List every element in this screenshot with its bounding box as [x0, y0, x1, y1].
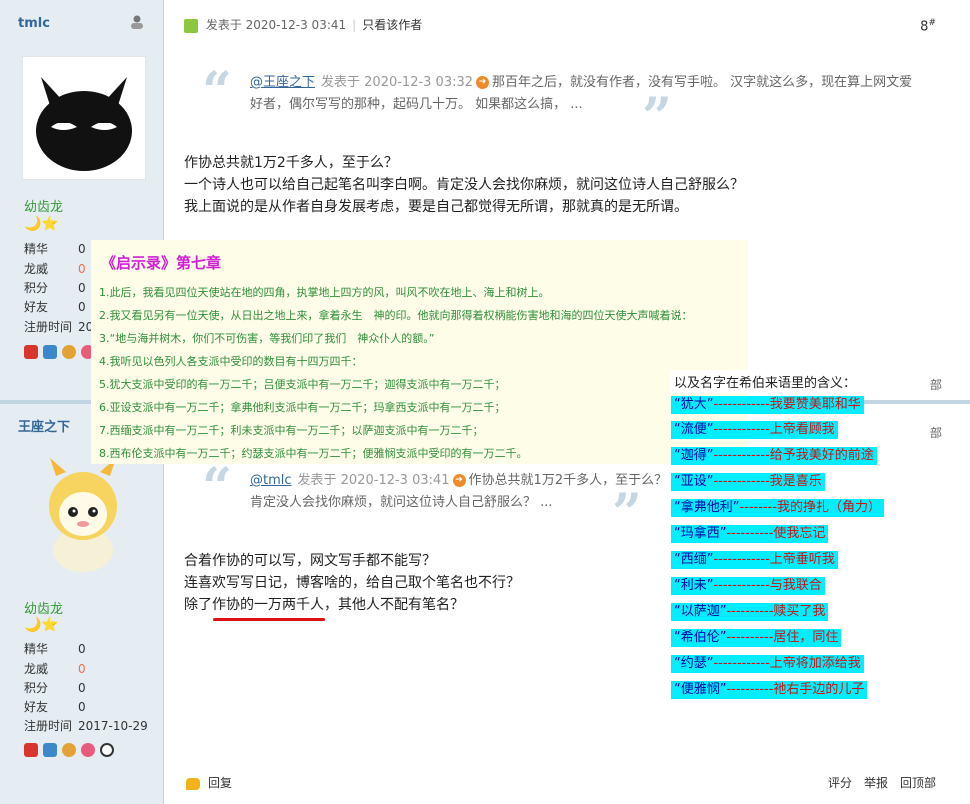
verse-line: 7.西缅支派中有一万二千；利未支派中有一万二千；以萨迦支派中有一万二千；: [99, 424, 484, 437]
medal-icon[interactable]: [24, 742, 38, 757]
quote-block: @tmlc 发表于 2020-12-3 03:41 ➜ 作协总共就1万2千多人，至于么…: [250, 473, 668, 510]
truncated-label: 部: [930, 378, 943, 392]
jump-arrow-icon[interactable]: ➜: [476, 76, 490, 89]
quote-block: @王座之下 发表于 2020-12-3 03:32 ➜ 那百年之后，就没有作者，没有写…: [250, 75, 913, 112]
medal-icon[interactable]: [43, 344, 57, 359]
name-meaning-row: “西缅”------------上帝垂听我: [671, 551, 838, 569]
verse-line: 6.亚设支派中有一万二千；拿弗他利支派中有一万二千；玛拿西支派中有一万二千；: [99, 401, 506, 414]
medal-list: [24, 742, 119, 757]
reply-action[interactable]: 回复: [186, 774, 232, 791]
medal-icon[interactable]: [62, 742, 76, 757]
quote-author-link[interactable]: @王座之下: [250, 75, 315, 90]
medal-icon[interactable]: [100, 742, 114, 757]
stat-row: 精华 0: [24, 642, 86, 656]
revelation-excerpt-image: 《启示录》第七章 1.此后，我看见四位天使站在地的四角，执掌地上四方的风，叫风不…: [91, 240, 748, 464]
post-icon: [184, 18, 198, 33]
floor-number[interactable]: 8#: [920, 18, 936, 34]
name-meanings-title: 以及名字在希伯来语里的含义：: [670, 370, 861, 393]
name-meaning-row: “便雅悯”----------祂右手边的儿子: [671, 681, 868, 699]
excerpt-title: 《启示录》第七章: [101, 254, 222, 272]
post-content: 作协总共就1万2千多人，至于么？ 一个诗人也可以给自己起笔名叫李白啊。肯定没人会…: [184, 155, 744, 215]
avatar[interactable]: [22, 56, 146, 180]
avatar[interactable]: [22, 454, 144, 576]
post-time: 发表于 2020-12-3 03:41: [205, 18, 347, 32]
back-to-top-link[interactable]: 回顶部: [900, 776, 936, 790]
name-meaning-row: “迦得”------------给予我美好的前途: [671, 447, 877, 465]
medal-icon[interactable]: [43, 742, 57, 757]
name-meaning-row: “约瑟”------------上帝将加添给我: [671, 655, 864, 673]
medal-icon[interactable]: [62, 344, 76, 359]
username[interactable]: tmlc: [18, 16, 50, 31]
verse-line: 8.西布伦支派中有一万二千；约瑟支派中有一万二千；便雅悯支派中受印的有一万二千。: [99, 447, 528, 460]
medal-icon[interactable]: [24, 344, 38, 359]
jump-arrow-icon[interactable]: ➜: [452, 474, 466, 487]
verse-line: 5.犹大支派中受印的有一万二千；吕便支派中有一万二千；迦得支派中有一万二千；: [99, 378, 506, 391]
quote-open-icon: “: [202, 457, 232, 518]
name-meaning-row: “亚设”------------我是喜乐: [671, 473, 825, 491]
name-meaning-row: “以萨迦”----------赎买了我: [671, 603, 829, 621]
username[interactable]: 王座之下: [18, 416, 70, 435]
name-meaning-row: “拿弗他利”--------我的挣扎（角力）: [671, 499, 885, 517]
user-icon[interactable]: [129, 14, 145, 30]
quote-author-link[interactable]: @tmlc: [250, 473, 292, 488]
verse-line: 3.“地与海并树木，你们不可伤害，等我们印了我们 神众仆人的额。”: [99, 332, 435, 345]
rate-link[interactable]: 评分: [828, 776, 852, 790]
view-author-only-link[interactable]: 只看该作者: [362, 18, 422, 32]
verse-line: 1.此后，我看见四位天使站在地的四角，执掌地上四方的风，叫风不吹在地上、海上和树…: [99, 286, 550, 299]
report-link[interactable]: 举报: [864, 776, 888, 790]
name-meaning-row: “利未”------------与我联合: [671, 577, 825, 595]
medal-list: [24, 344, 100, 359]
name-meaning-row: “玛拿西”----------使我忘记: [671, 525, 829, 543]
user-group[interactable]: 幼齿龙: [24, 598, 63, 617]
rank-stars-icon: 🌙⭐: [24, 216, 59, 232]
truncated-label: 部: [930, 426, 943, 440]
stat-row: 好友 0: [24, 700, 86, 714]
user-group[interactable]: 幼齿龙: [24, 196, 63, 215]
medal-icon[interactable]: [81, 742, 95, 757]
stat-row: 注册时间 2017-10-29: [24, 719, 148, 733]
stat-row: 积分 0: [24, 681, 86, 695]
name-meaning-row: “希伯伦”----------居住，同住: [671, 629, 842, 647]
annotation-underline: [213, 618, 325, 621]
quote-open-icon: “: [202, 61, 232, 122]
name-meaning-row: “犹大”------------我要赞美耶和华: [671, 396, 864, 414]
stat-row: 龙威 0: [24, 662, 86, 676]
name-meaning-row: “流便”------------上帝看顾我: [671, 421, 838, 439]
post-content: 合着作协的可以写，网文写手都不能写？ 连喜欢写写日记，博客啥的，给自己取个笔名也…: [184, 553, 520, 613]
verse-line: 4.我听见以色列人各支派中受印的数目有十四万四千：: [99, 355, 363, 368]
post-actions: 评分 举报 回顶部: [816, 774, 936, 791]
reply-icon: [186, 777, 200, 790]
rank-stars-icon: 🌙⭐: [24, 617, 59, 633]
post-header: 发表于 2020-12-3 03:41 | 只看该作者: [184, 16, 422, 33]
verse-line: 2.我又看见另有一位天使，从日出之地上来，拿着永生 神的印。他就向那得着权柄能伤…: [99, 309, 693, 322]
